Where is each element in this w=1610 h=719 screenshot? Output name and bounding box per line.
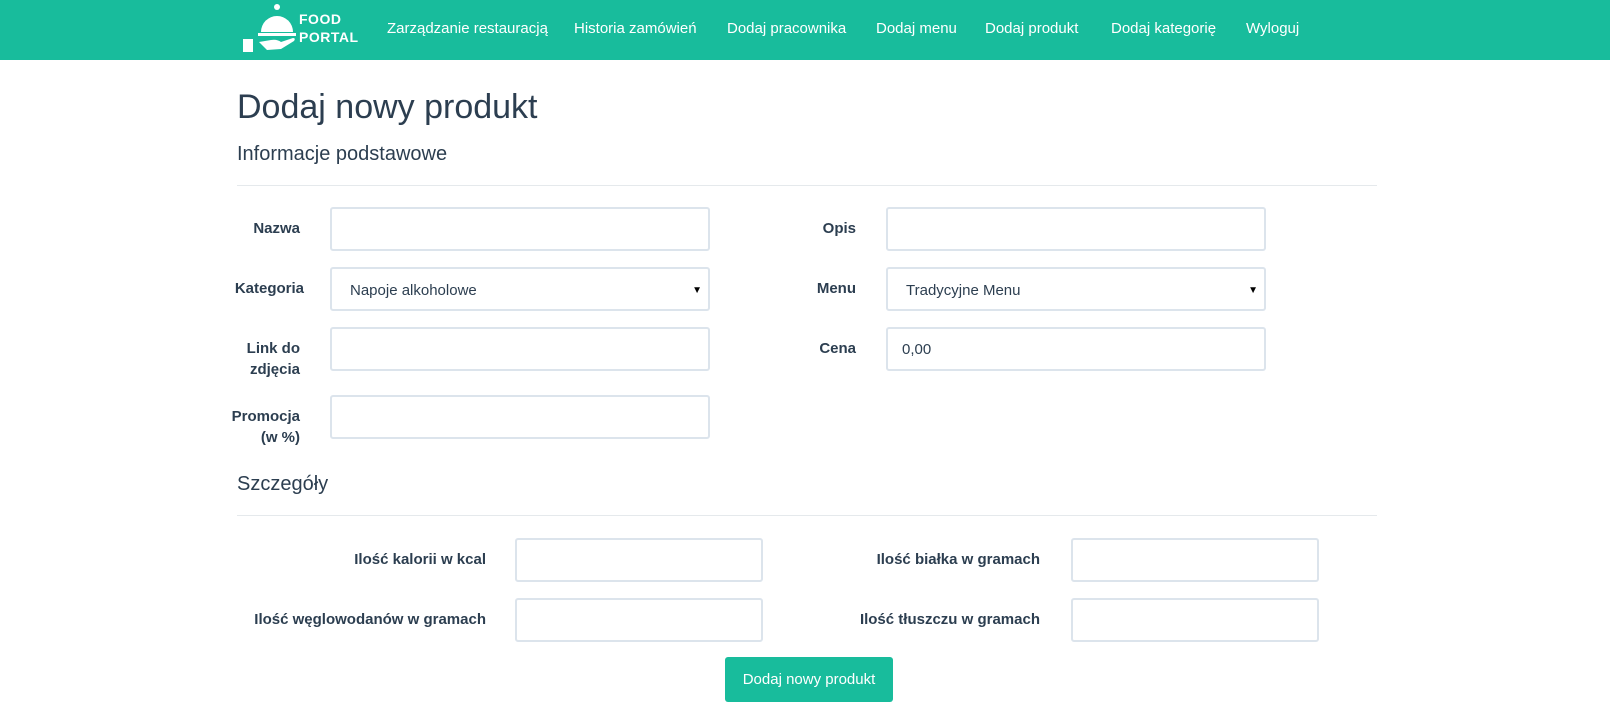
nav-add-category[interactable]: Dodaj kategorię [1111,19,1216,39]
protein-input[interactable] [1071,538,1319,582]
chevron-down-icon: ▼ [692,285,702,296]
description-label: Opis [822,220,856,237]
category-select[interactable]: Napoje alkoholowe ▼ [330,267,710,311]
promotion-label-line-2: (w %) [260,429,300,446]
name-input[interactable] [330,207,710,251]
brand-logo[interactable]: FOOD PORTAL [241,2,358,54]
carbs-label: Ilość węglowodanów w gramach [254,611,486,628]
price-input[interactable] [886,327,1266,371]
nav-add-product[interactable]: Dodaj produkt [985,19,1078,39]
category-label: Kategoria [234,280,304,297]
calories-input[interactable] [515,538,763,582]
name-label: Nazwa [253,220,300,237]
divider [237,185,1377,186]
menu-select[interactable]: Tradycyjne Menu ▼ [886,267,1266,311]
image-link-label: Link do zdjęcia [200,338,300,380]
nav-logout[interactable]: Wyloguj [1246,19,1299,39]
nav-add-menu[interactable]: Dodaj menu [876,19,957,39]
image-link-label-line-2: zdjęcia [249,361,300,378]
promotion-input[interactable] [330,395,710,439]
category-select-value: Napoje alkoholowe [350,282,477,299]
calories-label: Ilość kalorii w kcal [354,551,486,568]
fat-input[interactable] [1071,598,1319,642]
nav-order-history[interactable]: Historia zamówień [574,19,697,39]
image-link-input[interactable] [330,327,710,371]
chevron-down-icon: ▼ [1248,285,1258,296]
description-input[interactable] [886,207,1266,251]
protein-label: Ilość białka w gramach [876,551,1040,568]
page-title: Dodaj nowy produkt [237,88,538,126]
nav-add-employee[interactable]: Dodaj pracownika [727,19,846,39]
carbs-input[interactable] [515,598,763,642]
section-details: Szczegóły [237,473,329,495]
promotion-label-line-1: Promocja [231,408,300,425]
brand-line-1: FOOD [299,11,342,27]
section-basic-info: Informacje podstawowe [237,143,448,165]
menu-label: Menu [816,280,856,297]
navbar: FOOD PORTAL Zarządzanie restauracją Hist… [0,0,1610,60]
brand-name: FOOD PORTAL [299,10,359,46]
add-product-button[interactable]: Dodaj nowy produkt [725,657,893,702]
divider [237,515,1377,516]
nav-restaurant-management[interactable]: Zarządzanie restauracją [387,19,548,39]
price-label: Cena [819,340,856,357]
image-link-label-line-1: Link do [246,340,300,357]
promotion-label: Promocja (w %) [200,406,300,448]
fat-label: Ilość tłuszczu w gramach [859,611,1040,628]
cloche-hand-icon [243,4,296,52]
brand-line-2: PORTAL [299,29,359,45]
menu-select-value: Tradycyjne Menu [906,282,1021,299]
